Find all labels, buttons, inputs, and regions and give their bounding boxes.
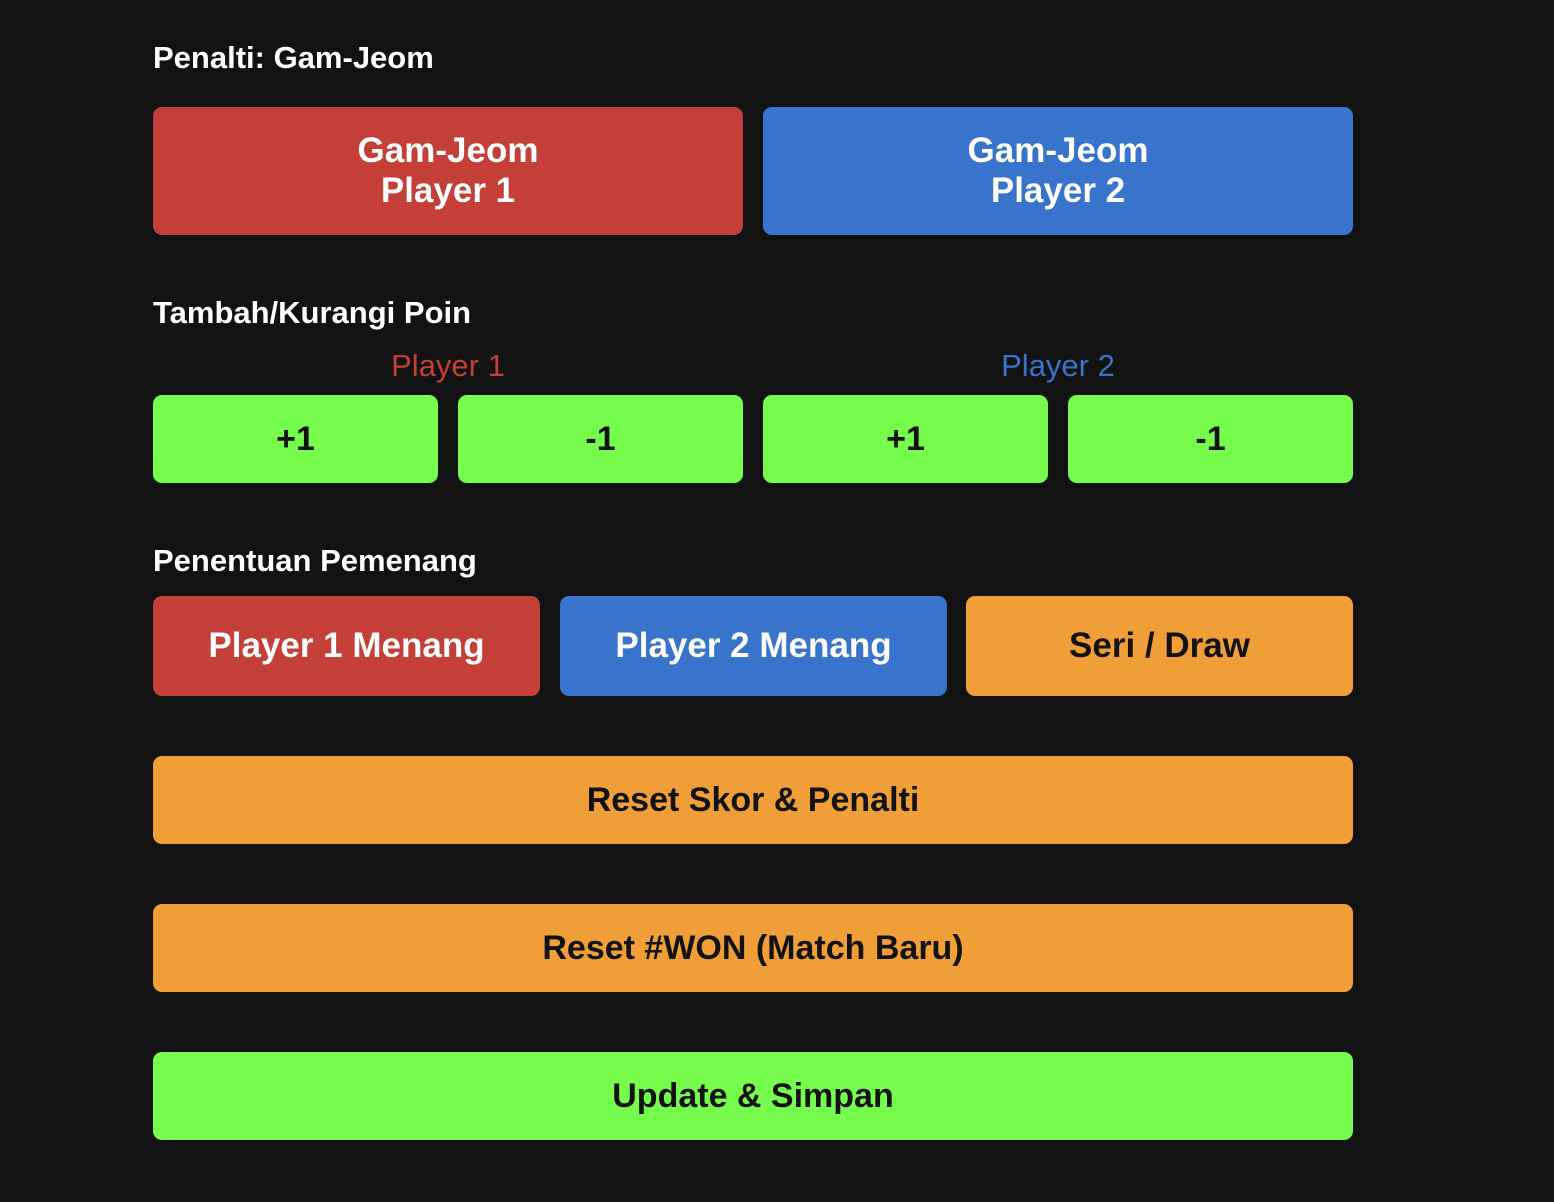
player1-plus-point-button[interactable]: +1 <box>153 395 438 483</box>
player1-win-button[interactable]: Player 1 Menang <box>153 596 540 696</box>
gam-jeom-player1-button[interactable]: Gam-Jeom Player 1 <box>153 107 743 235</box>
reset-won-button[interactable]: Reset #WON (Match Baru) <box>153 904 1353 992</box>
gam-jeom-player1-label: Gam-Jeom <box>357 131 539 170</box>
player2-win-button[interactable]: Player 2 Menang <box>560 596 947 696</box>
gam-jeom-player2-player: Player 2 <box>990 171 1126 210</box>
player1-minus-point-button[interactable]: -1 <box>458 395 743 483</box>
draw-button[interactable]: Seri / Draw <box>966 596 1353 696</box>
gam-jeom-player1-player: Player 1 <box>380 171 516 210</box>
penalty-section-title: Penalti: Gam-Jeom <box>153 40 434 75</box>
points-section-title: Tambah/Kurangi Poin <box>153 295 472 330</box>
player2-plus-point-button[interactable]: +1 <box>763 395 1048 483</box>
update-save-button[interactable]: Update & Simpan <box>153 1052 1353 1140</box>
points-player1-label: Player 1 <box>391 348 505 383</box>
player2-minus-point-button[interactable]: -1 <box>1068 395 1353 483</box>
reset-score-penalty-button[interactable]: Reset Skor & Penalti <box>153 756 1353 844</box>
gam-jeom-player2-label: Gam-Jeom <box>967 131 1149 170</box>
gam-jeom-player2-button[interactable]: Gam-Jeom Player 2 <box>763 107 1353 235</box>
winner-section-title: Penentuan Pemenang <box>153 543 477 578</box>
points-player2-label: Player 2 <box>1001 348 1115 383</box>
